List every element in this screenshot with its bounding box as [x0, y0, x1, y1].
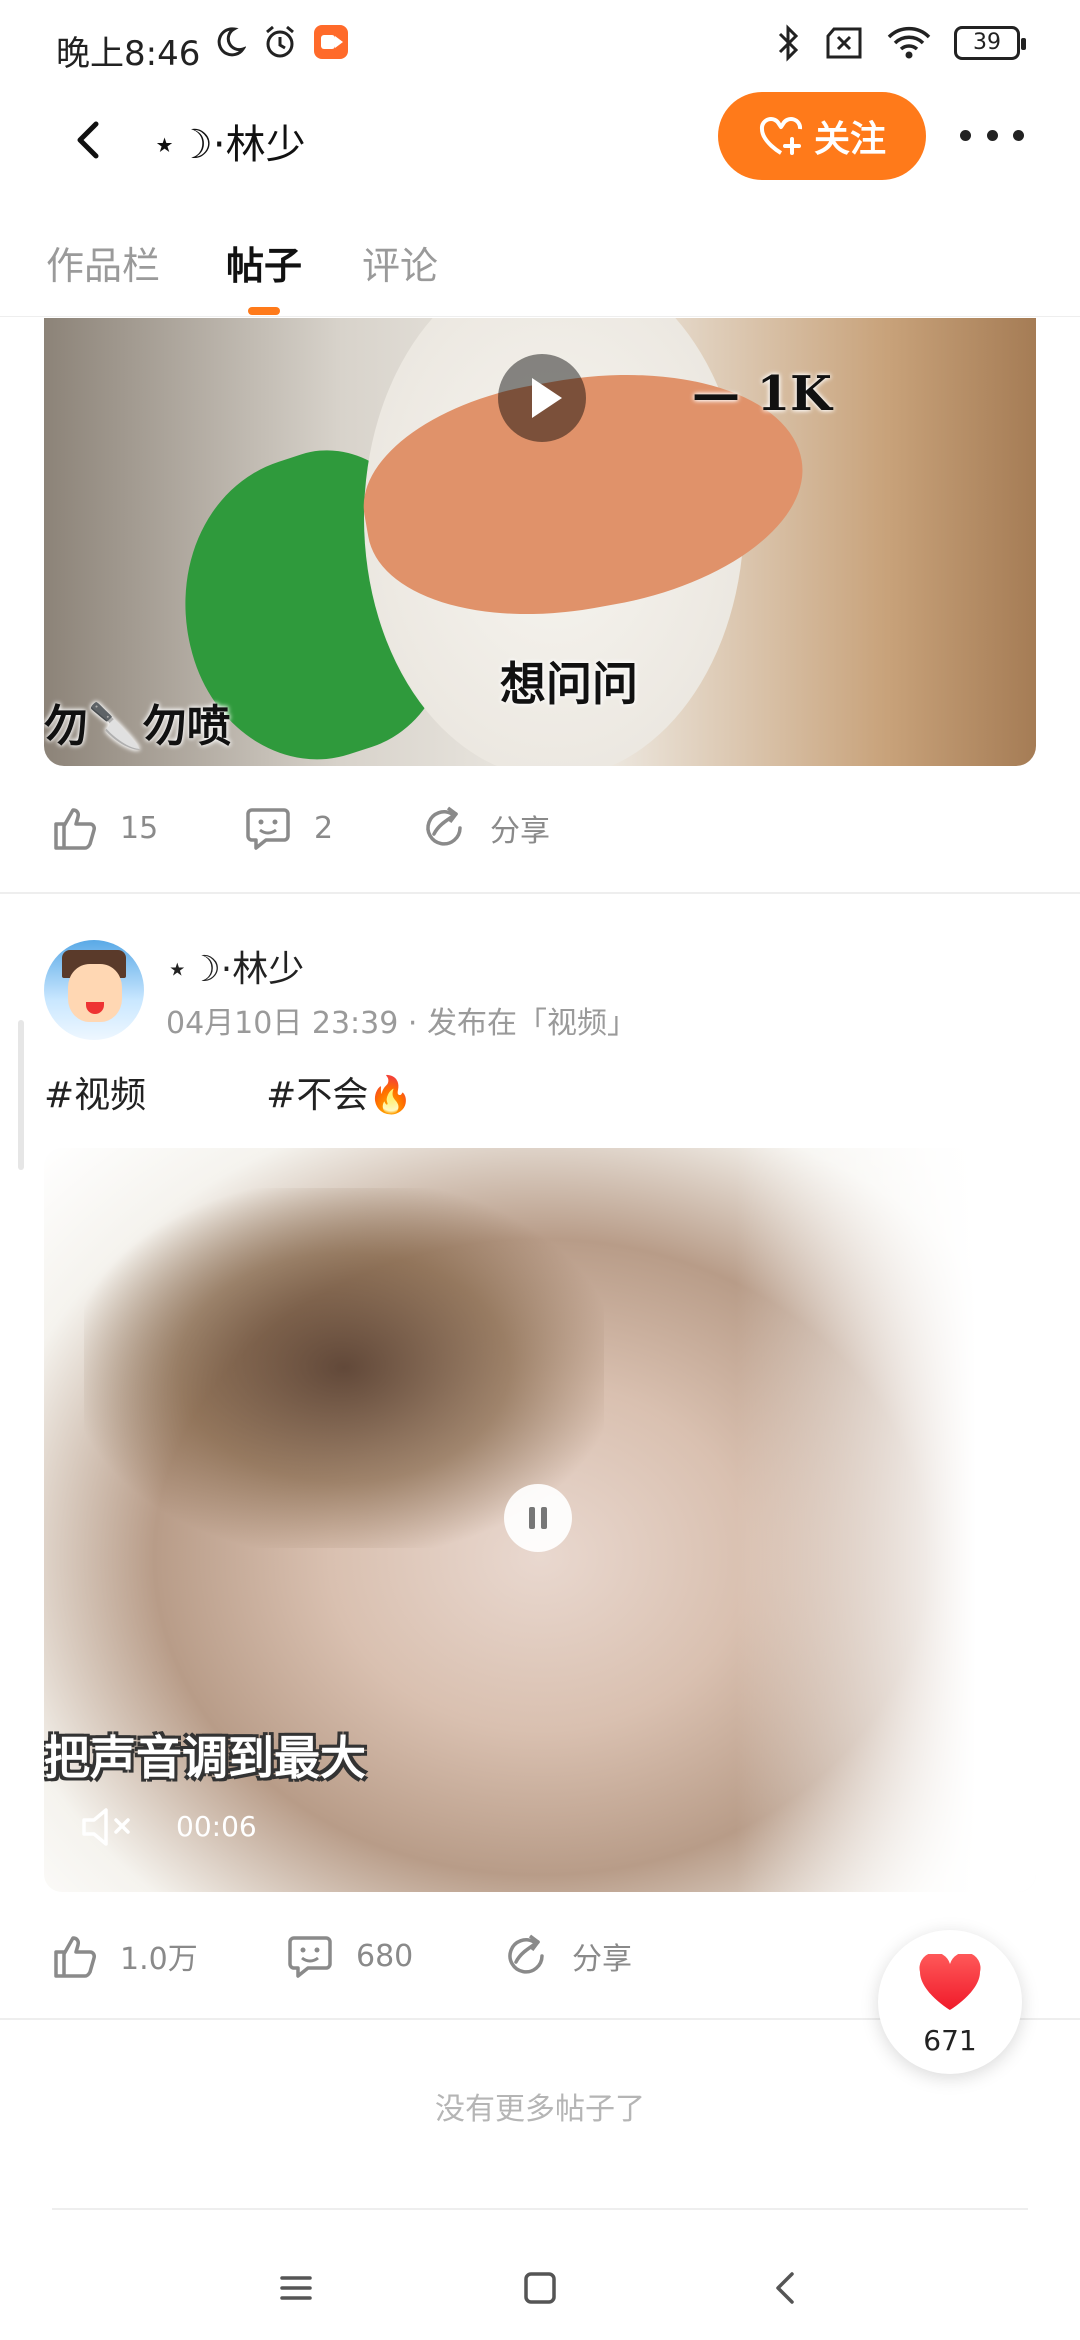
back-button[interactable] [60, 110, 120, 170]
post2-video[interactable]: 把声音调到最大 00:06 [44, 1148, 1036, 1892]
post1-video[interactable]: — 1K 想问问 勿🔪勿喷 [44, 318, 1036, 766]
share-label: 分享 [490, 814, 550, 849]
share-icon [426, 806, 462, 846]
video-caption: 把声音调到最大 [44, 1731, 366, 1785]
floating-like-button[interactable]: 671 [878, 1930, 1022, 2074]
hashtag-link[interactable]: #不会🔥 [266, 1066, 413, 1118]
screen-record-icon [314, 25, 348, 59]
video-overlay-text: 勿🔪勿喷 [44, 701, 231, 752]
post1-actions: 15 2 分享 [0, 790, 1080, 870]
chevron-left-icon [776, 2272, 794, 2304]
video-overlay-text: 想问问 [500, 657, 638, 711]
system-back-button[interactable] [756, 2258, 816, 2318]
tab-posts[interactable]: 帖子 [226, 235, 302, 290]
comment-button[interactable]: 680 [286, 1932, 413, 1980]
video-overlay-text: — 1K [692, 366, 832, 422]
moon-icon [217, 27, 246, 57]
bottom-divider [52, 2208, 1028, 2210]
comment-button[interactable]: 2 [244, 804, 333, 852]
like-count: 1.0万 [120, 1942, 198, 1977]
pause-icon[interactable] [504, 1484, 572, 1552]
thumbs-up-icon [54, 1936, 96, 1978]
comment-count: 2 [314, 810, 334, 846]
post-meta: 04月10日 23:39 · 发布在「视频」 [166, 1006, 637, 1041]
tab-active-indicator [248, 307, 280, 315]
speaker-muted-icon [82, 1808, 130, 1846]
comment-count: 680 [356, 1938, 414, 1974]
recents-button[interactable] [266, 2258, 326, 2318]
heart-icon [919, 1954, 981, 2010]
comment-icon [246, 808, 290, 850]
battery-icon: 39 [954, 26, 1026, 60]
post-tags: #视频 #不会🔥 [44, 1066, 413, 1118]
tab-comments[interactable]: 评论 [362, 235, 438, 290]
comment-icon [288, 1936, 332, 1978]
more-dot-icon [986, 129, 998, 141]
status-left-icons [212, 24, 348, 60]
follow-label: 关注 [813, 119, 886, 160]
profile-tabs: 作品栏 帖子 评论 [0, 225, 1080, 317]
video-frame-glare [736, 1148, 1036, 1892]
like-count: 15 [120, 810, 159, 846]
square-icon [524, 2272, 556, 2304]
like-button[interactable]: 1.0万 [50, 1932, 198, 1980]
more-options-button[interactable] [960, 110, 1024, 160]
post-author-name[interactable]: ⋆☽·林少 [166, 940, 304, 992]
share-button[interactable]: 分享 [420, 804, 550, 852]
system-navbar [0, 2230, 1080, 2340]
feed-end-text: 没有更多帖子了 [435, 2092, 645, 2127]
menu-icon [280, 2276, 312, 2300]
share-icon [508, 1934, 544, 1974]
profile-header: ⋆☽·林少 关注 [0, 90, 1080, 210]
author-avatar[interactable] [44, 940, 144, 1040]
post-divider [0, 892, 1080, 894]
play-icon[interactable] [498, 354, 586, 442]
bluetooth-icon [778, 24, 799, 62]
status-time: 晚上8:46 [56, 34, 201, 74]
thumbs-up-icon [54, 808, 96, 850]
status-right-icons: 39 [776, 24, 1026, 62]
more-dot-icon [1013, 129, 1024, 141]
share-label: 分享 [572, 1942, 632, 1977]
more-dot-icon [960, 129, 971, 141]
heart-plus-icon [759, 117, 802, 155]
page-title: ⋆☽·林少 [152, 122, 306, 168]
floating-like-count: 671 [923, 2024, 977, 2057]
share-button[interactable]: 分享 [502, 1932, 632, 1980]
like-button[interactable]: 15 [50, 804, 158, 852]
mute-button[interactable] [80, 1802, 140, 1852]
alarm-icon [266, 25, 294, 58]
hashtag-link[interactable]: #视频 [44, 1066, 146, 1118]
scroll-indicator [18, 1020, 24, 1170]
no-sim-icon [826, 27, 862, 59]
chevron-left-icon [77, 121, 99, 159]
follow-button[interactable]: 关注 [718, 92, 926, 180]
wifi-icon [887, 26, 931, 59]
status-bar: 晚上8:46 39 [0, 0, 1080, 90]
video-time: 00:06 [176, 1810, 257, 1843]
tab-works[interactable]: 作品栏 [46, 235, 160, 290]
home-button[interactable] [510, 2258, 570, 2318]
